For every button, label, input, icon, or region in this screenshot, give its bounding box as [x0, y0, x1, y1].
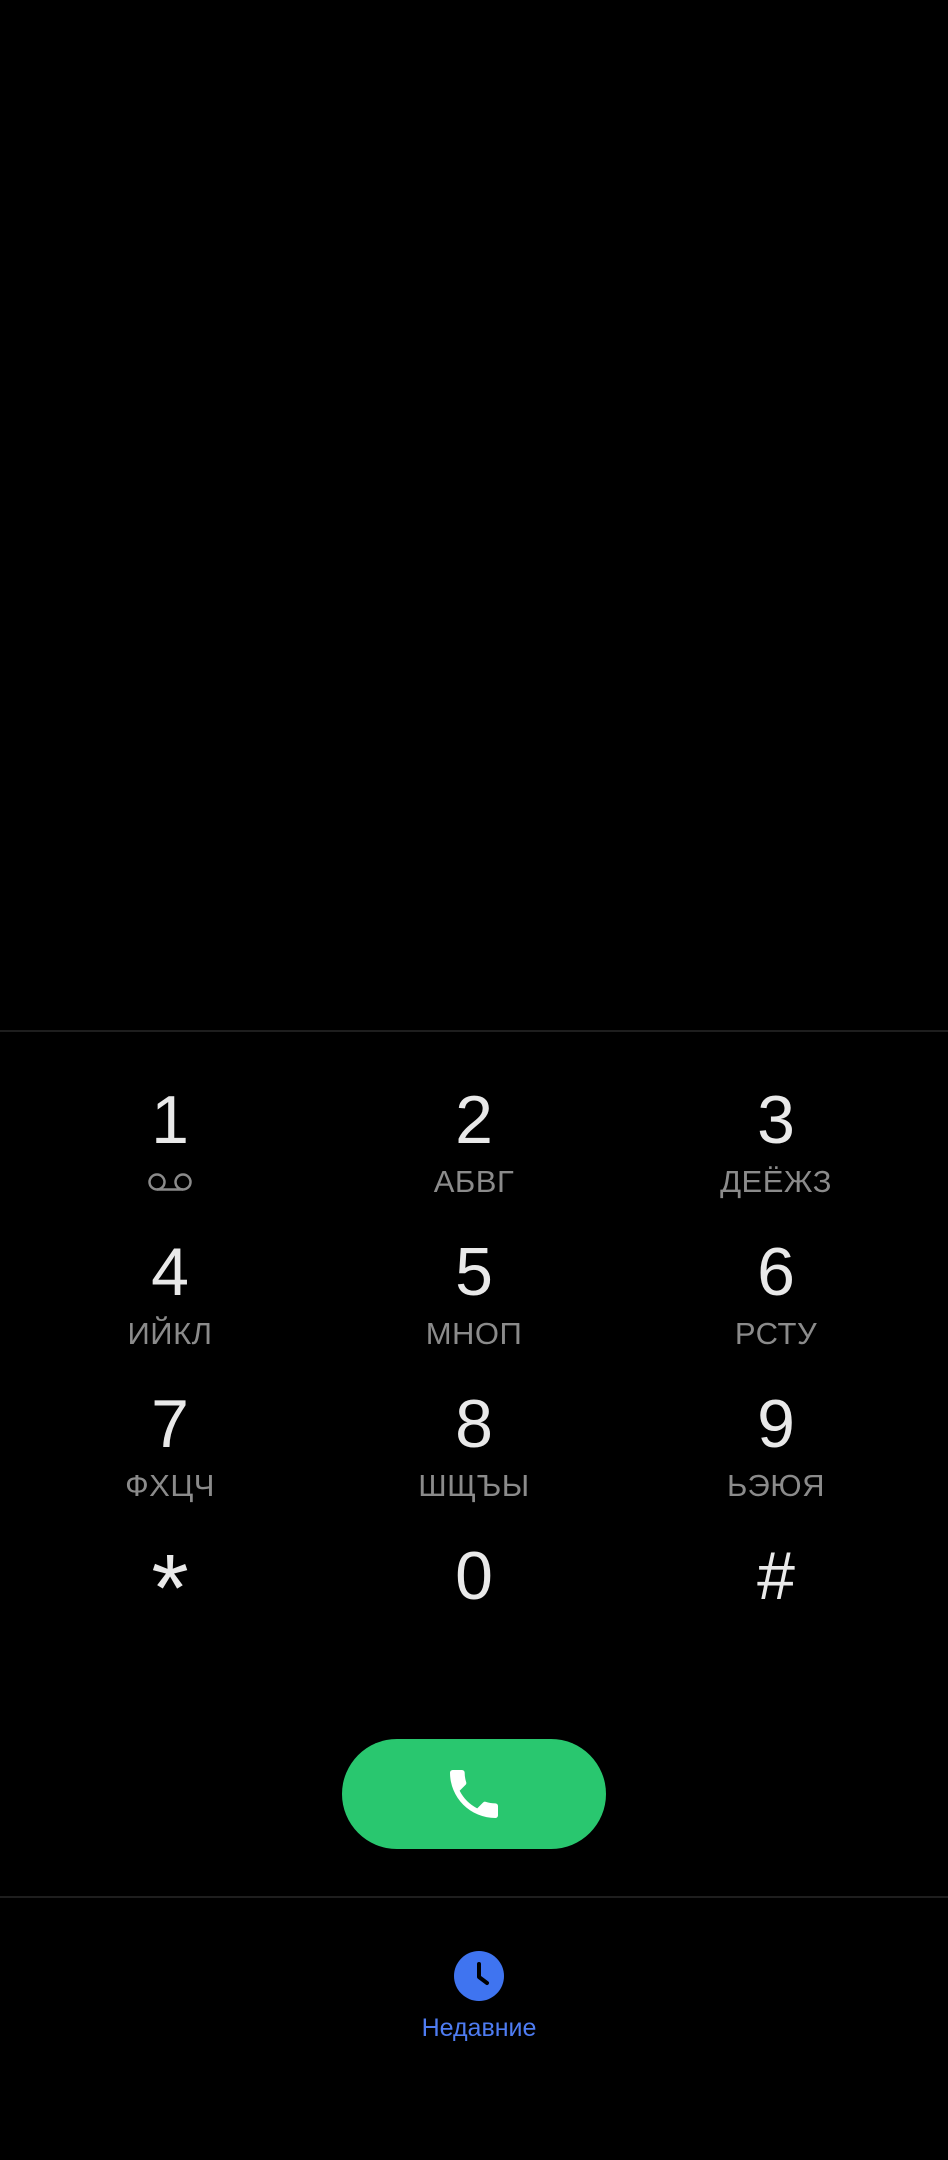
key-0[interactable]: 0 [334, 1536, 614, 1688]
key-star[interactable]: * [30, 1535, 310, 1688]
dialpad: 1 2 АБВГ 3 ДЕЁЖЗ 4 ИЙКЛ 5 МНОП 6 РСТУ 7 … [0, 1080, 948, 1688]
key-digit: 0 [455, 1538, 493, 1614]
key-7[interactable]: 7 ФХЦЧ [30, 1384, 310, 1536]
key-hash[interactable]: # [636, 1536, 916, 1688]
key-9[interactable]: 9 ЬЭЮЯ [636, 1384, 916, 1536]
key-4[interactable]: 4 ИЙКЛ [30, 1232, 310, 1384]
key-5[interactable]: 5 МНОП [334, 1232, 614, 1384]
key-digit: 8 [455, 1386, 493, 1462]
key-digit: 5 [455, 1234, 493, 1310]
tab-recents-label: Недавние [421, 2014, 537, 2042]
key-letters: МНОП [425, 1316, 523, 1351]
key-letters: ЬЭЮЯ [727, 1468, 825, 1503]
number-display [0, 0, 948, 1030]
key-digit: 4 [151, 1234, 189, 1310]
key-letters: ФХЦЧ [125, 1468, 215, 1503]
dialer-screen: 1 2 АБВГ 3 ДЕЁЖЗ 4 ИЙКЛ 5 МНОП 6 РСТУ 7 … [0, 0, 948, 2160]
key-1[interactable]: 1 [30, 1080, 310, 1232]
key-letters: ИЙКЛ [127, 1316, 213, 1351]
key-3[interactable]: 3 ДЕЁЖЗ [636, 1080, 916, 1232]
key-letters: ДЕЁЖЗ [720, 1164, 832, 1199]
keypad-divider [0, 1030, 948, 1032]
key-digit: 1 [151, 1082, 189, 1158]
voicemail-icon [147, 1162, 193, 1202]
key-digit: * [151, 1535, 189, 1642]
key-digit: # [757, 1538, 795, 1614]
key-letters: АБВГ [433, 1164, 515, 1199]
tab-recents[interactable]: Недавние [394, 1950, 564, 2060]
key-letters: РСТУ [734, 1316, 818, 1351]
key-digit: 2 [455, 1082, 493, 1158]
call-button[interactable] [342, 1739, 606, 1849]
key-digit: 3 [757, 1082, 795, 1158]
bottom-nav: Недавние [0, 1898, 948, 2160]
phone-icon [442, 1762, 506, 1826]
key-digit: 7 [151, 1386, 189, 1462]
key-2[interactable]: 2 АБВГ [334, 1080, 614, 1232]
clock-icon [453, 1950, 505, 2002]
key-6[interactable]: 6 РСТУ [636, 1232, 916, 1384]
key-digit: 6 [757, 1234, 795, 1310]
key-8[interactable]: 8 ШЩЪЫ [334, 1384, 614, 1536]
key-letters: ШЩЪЫ [418, 1468, 530, 1503]
key-digit: 9 [757, 1386, 795, 1462]
